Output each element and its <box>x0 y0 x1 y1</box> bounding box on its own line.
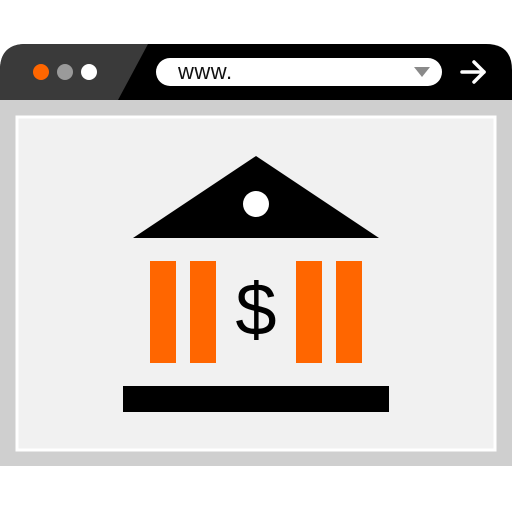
close-dot[interactable] <box>33 64 49 80</box>
address-bar-text[interactable]: www. <box>178 58 233 86</box>
browser-window: www. $ <box>0 0 512 512</box>
browser-illustration <box>0 44 512 466</box>
column-1 <box>150 261 176 363</box>
column-4 <box>336 261 362 363</box>
roof-window <box>243 191 269 217</box>
bank-base <box>123 386 389 412</box>
minimize-dot[interactable] <box>57 64 73 80</box>
dollar-sign: $ <box>235 268 277 351</box>
column-3 <box>296 261 322 363</box>
column-2 <box>190 261 216 363</box>
maximize-dot[interactable] <box>81 64 97 80</box>
